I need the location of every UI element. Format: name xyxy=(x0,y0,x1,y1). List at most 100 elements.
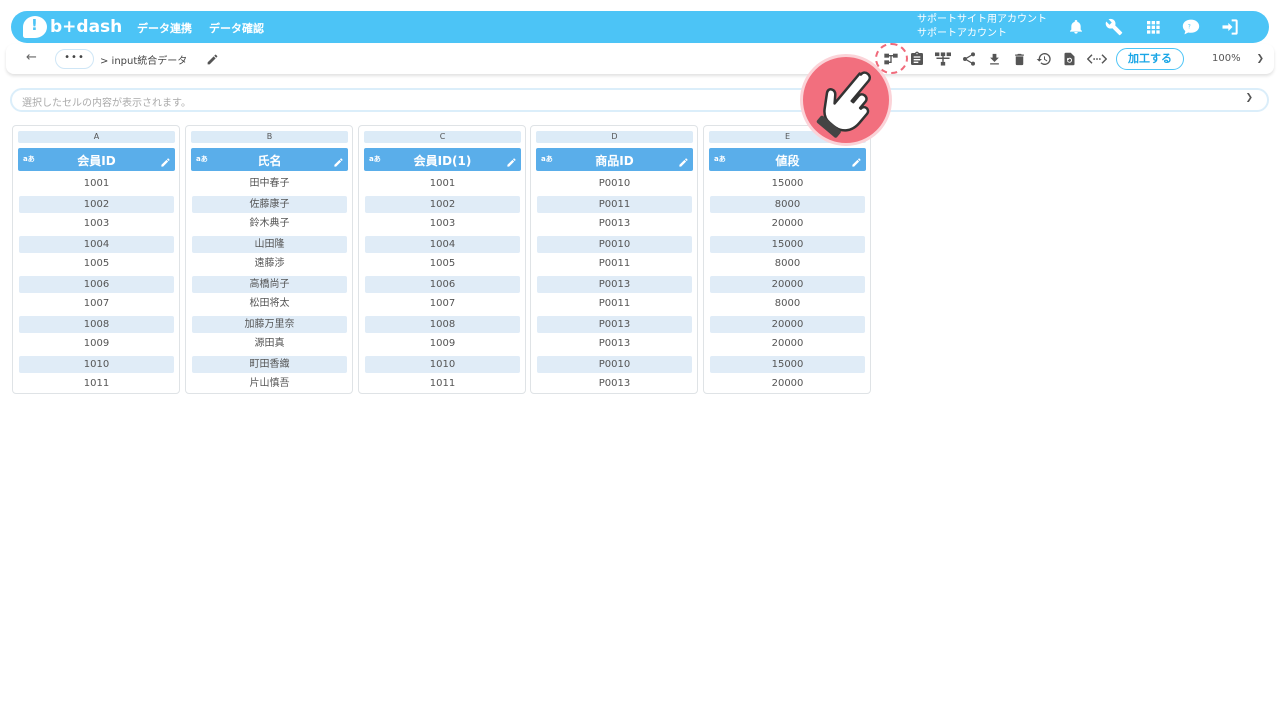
download-icon[interactable] xyxy=(985,50,1003,68)
more-button[interactable]: ••• xyxy=(55,49,94,69)
table-cell[interactable]: 1006 xyxy=(365,275,520,293)
column-d: Daあ 商品ID P0010 P0011 P0013 P0010 P0011 P0013 P00… xyxy=(530,125,698,394)
table-cell[interactable]: P0013 xyxy=(537,275,692,293)
cell-content-placeholder: 選択したセルの内容が表示されます。 xyxy=(22,98,191,109)
account-info[interactable]: サポートサイト用アカウント サポートアカウント xyxy=(917,13,1047,41)
chat-help-icon[interactable]: ? xyxy=(1180,16,1202,38)
bell-icon[interactable] xyxy=(1065,16,1087,38)
column-letter[interactable]: C xyxy=(364,131,521,143)
table-cell[interactable]: 1002 xyxy=(19,195,174,213)
edit-title-pencil-icon[interactable] xyxy=(206,51,219,70)
expand-chevron-icon[interactable]: ❯ xyxy=(1245,93,1253,103)
table-cell[interactable]: 1004 xyxy=(19,235,174,253)
column-header[interactable]: aあ 値段 xyxy=(709,148,866,171)
table-cell[interactable]: 15000 xyxy=(710,174,865,194)
process-button[interactable]: 加工する xyxy=(1116,48,1184,70)
refresh-file-icon[interactable] xyxy=(1060,50,1078,68)
table-cell[interactable]: 1001 xyxy=(19,174,174,194)
table-cell[interactable]: 山田隆 xyxy=(192,235,347,253)
table-cell[interactable]: 1011 xyxy=(365,374,520,394)
table-cell[interactable]: 1003 xyxy=(19,214,174,234)
table-cell[interactable]: 8000 xyxy=(710,294,865,314)
code-icon[interactable] xyxy=(1086,50,1108,68)
column-rows: 1001 1002 1003 1004 1005 1006 1007 1008 1009 1010… xyxy=(365,174,520,394)
table-cell[interactable]: 1007 xyxy=(19,294,174,314)
table-cell[interactable]: 遠藤渉 xyxy=(192,254,347,274)
edit-column-pencil-icon[interactable] xyxy=(160,153,171,172)
table-cell[interactable]: 20000 xyxy=(710,315,865,333)
edit-column-pencil-icon[interactable] xyxy=(851,153,862,172)
column-header[interactable]: aあ 会員ID xyxy=(18,148,175,171)
table-cell[interactable]: 1010 xyxy=(19,355,174,373)
table-cell[interactable]: P0013 xyxy=(537,214,692,234)
table-cell[interactable]: 1008 xyxy=(365,315,520,333)
table-cell[interactable]: 15000 xyxy=(710,355,865,373)
app-logo[interactable]: b+dash xyxy=(23,15,122,39)
nav-data-check[interactable]: データ確認 xyxy=(209,20,264,36)
svg-text:?: ? xyxy=(1188,25,1191,31)
column-letter[interactable]: B xyxy=(191,131,348,143)
table-cell[interactable]: P0011 xyxy=(537,254,692,274)
table-cell[interactable]: 鈴木典子 xyxy=(192,214,347,234)
table-cell[interactable]: 20000 xyxy=(710,334,865,354)
column-letter[interactable]: D xyxy=(536,131,693,143)
zoom-select[interactable]: 100% ❯ xyxy=(1192,48,1270,70)
column-title: 会員ID xyxy=(77,154,116,168)
table-cell[interactable]: 1010 xyxy=(365,355,520,373)
table-cell[interactable]: 1005 xyxy=(19,254,174,274)
table-cell[interactable]: P0011 xyxy=(537,195,692,213)
logout-icon[interactable] xyxy=(1219,16,1241,38)
table-cell[interactable]: P0013 xyxy=(537,315,692,333)
column-header[interactable]: aあ 氏名 xyxy=(191,148,348,171)
edit-column-pencil-icon[interactable] xyxy=(506,153,517,172)
nav-data-integration[interactable]: データ連携 xyxy=(137,20,192,36)
table-cell[interactable]: 1011 xyxy=(19,374,174,394)
edit-column-pencil-icon[interactable] xyxy=(678,153,689,172)
column-b: Baあ 氏名田中春子 佐藤康子 鈴木典子 山田隆 遠藤渉 高橋尚子 松田将太 加藤万里奈 源田真町… xyxy=(185,125,353,394)
table-cell[interactable]: P0013 xyxy=(537,334,692,354)
table-cell[interactable]: 20000 xyxy=(710,275,865,293)
column-letter[interactable]: A xyxy=(18,131,175,143)
column-rows: 15000 8000 20000 15000 8000 20000 8000 20000 200… xyxy=(710,174,865,394)
table-cell[interactable]: 1008 xyxy=(19,315,174,333)
table-cell[interactable]: 8000 xyxy=(710,195,865,213)
table-cell[interactable]: 1001 xyxy=(365,174,520,194)
wrench-icon[interactable] xyxy=(1103,16,1125,38)
table-cell[interactable]: P0010 xyxy=(537,174,692,194)
share-icon[interactable] xyxy=(960,50,978,68)
column-header[interactable]: aあ 会員ID(1) xyxy=(364,148,521,171)
table-cell[interactable]: 20000 xyxy=(710,214,865,234)
table-cell[interactable]: 町田香織 xyxy=(192,355,347,373)
table-cell[interactable]: 松田将太 xyxy=(192,294,347,314)
table-cell[interactable]: 高橋尚子 xyxy=(192,275,347,293)
table-cell[interactable]: 1004 xyxy=(365,235,520,253)
table-cell[interactable]: 1005 xyxy=(365,254,520,274)
clipboard-icon[interactable] xyxy=(908,50,926,68)
cell-content-bar[interactable]: 選択したセルの内容が表示されます。 ❯ xyxy=(10,88,1269,112)
table-cell[interactable]: 1009 xyxy=(19,334,174,354)
table-cell[interactable]: P0010 xyxy=(537,355,692,373)
grid-apps-icon[interactable] xyxy=(1142,16,1164,38)
table-cell[interactable]: 15000 xyxy=(710,235,865,253)
table-cell[interactable]: P0011 xyxy=(537,294,692,314)
hierarchy-icon[interactable] xyxy=(934,50,952,68)
table-cell[interactable]: 1002 xyxy=(365,195,520,213)
trash-icon[interactable] xyxy=(1010,50,1028,68)
table-cell[interactable]: 1009 xyxy=(365,334,520,354)
table-cell[interactable]: 佐藤康子 xyxy=(192,195,347,213)
table-cell[interactable]: 源田真 xyxy=(192,334,347,354)
table-cell[interactable]: 8000 xyxy=(710,254,865,274)
column-header[interactable]: aあ 商品ID xyxy=(536,148,693,171)
table-cell[interactable]: 1006 xyxy=(19,275,174,293)
table-cell[interactable]: 片山慎吾 xyxy=(192,374,347,394)
history-icon[interactable] xyxy=(1035,50,1053,68)
table-cell[interactable]: 田中春子 xyxy=(192,174,347,194)
table-cell[interactable]: P0010 xyxy=(537,235,692,253)
table-cell[interactable]: 1007 xyxy=(365,294,520,314)
edit-column-pencil-icon[interactable] xyxy=(333,153,344,172)
table-cell[interactable]: 1003 xyxy=(365,214,520,234)
table-cell[interactable]: P0013 xyxy=(537,374,692,394)
table-cell[interactable]: 加藤万里奈 xyxy=(192,315,347,333)
back-button[interactable]: ← xyxy=(26,50,37,65)
table-cell[interactable]: 20000 xyxy=(710,374,865,394)
